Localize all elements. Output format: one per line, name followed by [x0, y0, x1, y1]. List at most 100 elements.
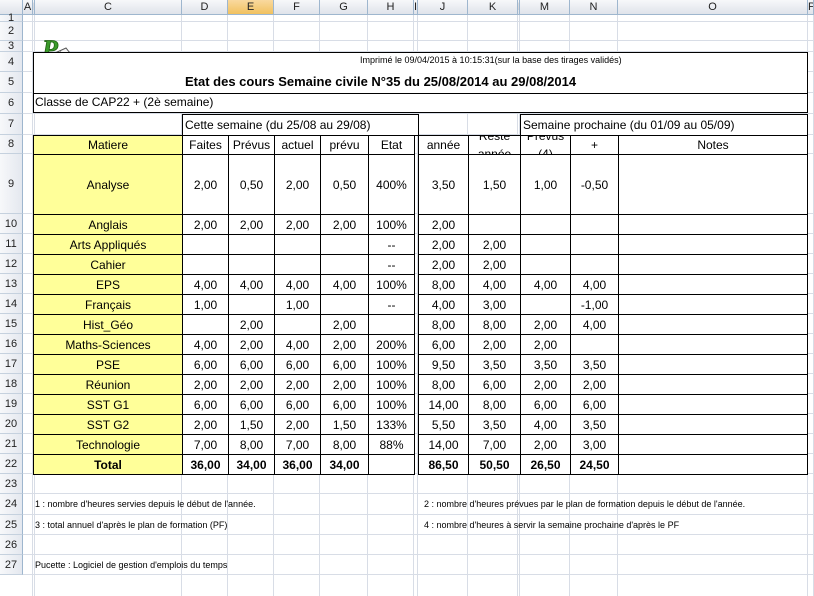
column-header-p[interactable]: P [808, 0, 814, 15]
notes-cell[interactable] [618, 314, 808, 335]
total-actuel-cell: 1,00 [274, 294, 321, 315]
total-annee-header: Totalannée(3) [418, 135, 469, 155]
row-header-18[interactable]: 18 [0, 374, 23, 394]
reste-cell: 50,50 [468, 454, 521, 475]
notes-cell[interactable] [618, 234, 808, 255]
total-prevu-cell: 2,00 [320, 314, 369, 335]
retard-cell: -0,50 [570, 154, 619, 215]
matiere-cell: EPS [33, 274, 183, 295]
prevus4-cell: 2,00 [520, 434, 571, 455]
column-header-o[interactable]: O [618, 0, 808, 15]
total-annee-cell: 2,00 [418, 214, 469, 235]
column-header-a[interactable]: A [23, 0, 33, 15]
row-header-11[interactable]: 11 [0, 234, 23, 254]
prevus4-cell: 4,00 [520, 414, 571, 435]
notes-cell[interactable] [618, 294, 808, 315]
total-actuel-cell: 6,00 [274, 394, 321, 415]
spreadsheet: ABCDEFGHIJKLMNOP123456789101112131415161… [0, 0, 814, 596]
row-header-2[interactable]: 2 [0, 22, 23, 41]
notes-cell[interactable] [618, 354, 808, 375]
row-header-8[interactable]: 8 [0, 135, 23, 154]
matiere-cell: Arts Appliqués [33, 234, 183, 255]
total-annee-cell: 4,00 [418, 294, 469, 315]
notes-cell[interactable] [618, 334, 808, 355]
total-annee-cell: 8,00 [418, 274, 469, 295]
reste-cell: 3,00 [468, 294, 521, 315]
faites-cell: 2,00 [182, 154, 229, 215]
row-header-12[interactable]: 12 [0, 254, 23, 274]
prevus-cell: 0,50 [228, 154, 275, 215]
prevus-header: Prévus [228, 135, 275, 155]
retard-cell: 6,00 [570, 394, 619, 415]
reste-cell: 7,00 [468, 434, 521, 455]
prevus4-cell: 2,00 [520, 334, 571, 355]
notes-cell[interactable] [618, 394, 808, 415]
notes-cell[interactable] [618, 374, 808, 395]
etat-cell: -- [368, 254, 415, 275]
row-header-21[interactable]: 21 [0, 434, 23, 454]
faites-cell: 2,00 [182, 414, 229, 435]
total-actuel-cell: 2,00 [274, 414, 321, 435]
notes-cell[interactable] [618, 414, 808, 435]
column-header-m[interactable]: M [520, 0, 570, 15]
notes-header: Notes [618, 135, 808, 155]
matiere-cell: Total [33, 454, 183, 475]
row-header-5[interactable]: 5 [0, 72, 23, 93]
row-header-4[interactable]: 4 [0, 52, 23, 72]
reste-cell: 2,00 [468, 234, 521, 255]
row-header-15[interactable]: 15 [0, 314, 23, 334]
row-header-7[interactable]: 7 [0, 114, 23, 135]
notes-cell[interactable] [618, 214, 808, 235]
column-header-e[interactable]: E [228, 0, 274, 15]
total-actuel-cell: 36,00 [274, 454, 321, 475]
prevus4-cell [520, 234, 571, 255]
column-header-g[interactable]: G [320, 0, 368, 15]
column-header-c[interactable]: C [35, 0, 182, 15]
row-header-17[interactable]: 17 [0, 354, 23, 374]
header-divider [33, 93, 808, 94]
row-header-27[interactable]: 27 [0, 555, 23, 575]
column-header-d[interactable]: D [182, 0, 228, 15]
prevus4-cell: 2,00 [520, 314, 571, 335]
row-header-24[interactable]: 24 [0, 494, 23, 515]
matiere-cell: Analyse [33, 154, 183, 215]
row-header-25[interactable]: 25 [0, 515, 23, 535]
column-header-n[interactable]: N [570, 0, 618, 15]
footnote-3: 3 : total annuel d'après le plan de form… [35, 520, 228, 530]
notes-cell[interactable] [618, 274, 808, 295]
row-header-9[interactable]: 9 [0, 154, 23, 214]
class-label: Classe de CAP22 + (2è semaine) [35, 95, 214, 109]
column-header-k[interactable]: K [468, 0, 518, 15]
notes-cell[interactable] [618, 154, 808, 215]
reste-cell: 2,00 [468, 254, 521, 275]
row-header-22[interactable]: 22 [0, 454, 23, 474]
faites-cell: 1,00 [182, 294, 229, 315]
matiere-cell: PSE [33, 354, 183, 375]
row-header-26[interactable]: 26 [0, 535, 23, 555]
row-header-23[interactable]: 23 [0, 474, 23, 494]
column-header-h[interactable]: H [368, 0, 414, 15]
row-header-19[interactable]: 19 [0, 394, 23, 414]
etat-cell: -- [368, 234, 415, 255]
reste-cell: 3,50 [468, 414, 521, 435]
row-header-1[interactable]: 1 [0, 13, 23, 24]
row-header-13[interactable]: 13 [0, 274, 23, 294]
report-title: Etat des cours Semaine civile N°35 du 25… [185, 74, 577, 89]
row-header-14[interactable]: 14 [0, 294, 23, 314]
notes-cell[interactable] [618, 454, 808, 475]
reste-annee-header: Reste année [468, 135, 521, 155]
footnote-pucette: Pucette : Logiciel de gestion d'emplois … [35, 560, 228, 570]
row-header-16[interactable]: 16 [0, 334, 23, 354]
column-header-f[interactable]: F [274, 0, 320, 15]
row-header-3[interactable]: 3 [0, 41, 23, 52]
row-header-10[interactable]: 10 [0, 214, 23, 234]
prevus4-cell [520, 254, 571, 275]
column-header-j[interactable]: J [418, 0, 468, 15]
notes-cell[interactable] [618, 254, 808, 275]
row-header-6[interactable]: 6 [0, 93, 23, 114]
notes-cell[interactable] [618, 434, 808, 455]
row-header-20[interactable]: 20 [0, 414, 23, 434]
reste-cell: 3,50 [468, 354, 521, 375]
total-prevu-cell: 6,00 [320, 394, 369, 415]
retard-cell: 3,50 [570, 354, 619, 375]
